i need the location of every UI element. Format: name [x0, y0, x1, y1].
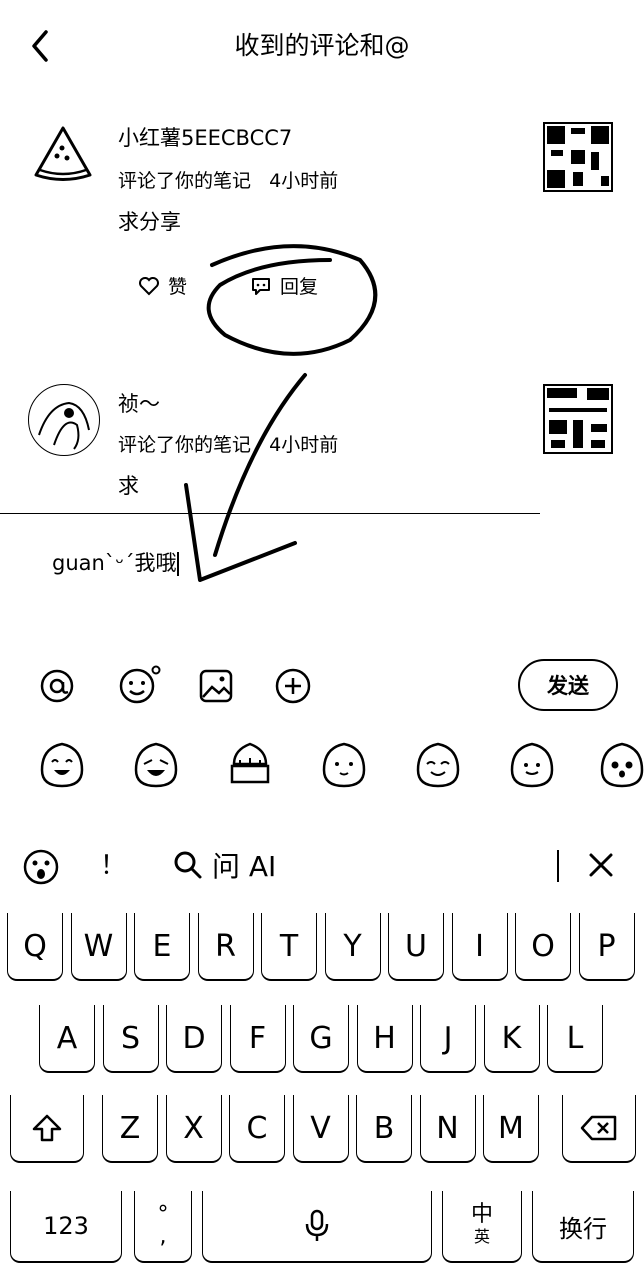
key-f[interactable]: F — [229, 1005, 286, 1073]
watermelon-icon — [34, 126, 92, 181]
commenter-name[interactable]: 小红薯5EECBCC7 — [118, 122, 292, 152]
sticker-row — [36, 740, 644, 790]
space-key[interactable] — [202, 1191, 432, 1263]
key-q[interactable]: Q — [7, 913, 63, 981]
key-m[interactable]: M — [483, 1095, 539, 1163]
reply-button[interactable]: 回复 — [250, 272, 318, 299]
avatar[interactable] — [28, 384, 100, 456]
comment-input-value: guanˋᵕˊ我哦 — [52, 551, 177, 575]
comment-input[interactable]: guanˋᵕˊ我哦 — [52, 547, 179, 577]
avatar-watermelon[interactable] — [30, 120, 96, 186]
comment-meta: 评论了你的笔记 4小时前 — [118, 166, 338, 193]
punctuation-key[interactable]: ° , — [134, 1191, 192, 1263]
key-b[interactable]: B — [356, 1095, 412, 1163]
note-thumbnail[interactable] — [543, 384, 613, 454]
reply-label: 回复 — [280, 276, 319, 298]
image-button[interactable] — [197, 667, 235, 705]
page-title: 收到的评论和@ — [234, 31, 410, 60]
commenter-name[interactable]: 祯～ — [118, 388, 160, 418]
key-w[interactable]: W — [70, 913, 127, 981]
like-button[interactable]: 赞 — [138, 272, 187, 299]
key-j[interactable]: J — [420, 1005, 476, 1073]
plus-circle-icon — [275, 668, 311, 704]
key-y[interactable]: Y — [324, 913, 381, 981]
key-r[interactable]: R — [197, 913, 254, 981]
search-icon — [174, 851, 202, 879]
key-n[interactable]: N — [419, 1095, 476, 1163]
backspace-key[interactable] — [562, 1095, 636, 1163]
key-g[interactable]: G — [293, 1005, 349, 1073]
surprised-face-icon — [23, 849, 59, 885]
reply-bubble-icon — [252, 277, 270, 295]
key-c[interactable]: C — [229, 1095, 285, 1163]
key-l[interactable]: L — [547, 1005, 603, 1073]
language-switch-key[interactable]: 中 英 — [442, 1191, 522, 1263]
key-s[interactable]: S — [102, 1005, 159, 1073]
key-z[interactable]: Z — [102, 1095, 158, 1163]
sticker-surprised-icon[interactable] — [598, 740, 644, 788]
comment-text: 求分享 — [118, 210, 181, 234]
close-suggestion-button[interactable] — [586, 850, 616, 880]
comment-action: 评论了你的笔记 — [118, 170, 252, 192]
emoji-button[interactable] — [118, 665, 162, 704]
key-i[interactable]: I — [451, 913, 508, 981]
punct-bottom: , — [159, 1224, 167, 1249]
text-cursor — [176, 552, 179, 576]
sticker-cry-laugh-icon[interactable] — [132, 740, 180, 788]
microphone-icon — [305, 1209, 329, 1241]
divider — [0, 513, 540, 514]
key-e[interactable]: E — [134, 913, 190, 981]
comment-meta: 评论了你的笔记 4小时前 — [118, 430, 338, 457]
comment-time: 4小时前 — [269, 170, 339, 192]
comment-action: 评论了你的笔记 — [118, 434, 252, 456]
sticker-laugh-icon[interactable] — [38, 740, 86, 788]
key-a[interactable]: A — [39, 1005, 95, 1073]
key-u[interactable]: U — [388, 913, 444, 981]
key-h[interactable]: H — [356, 1005, 413, 1073]
key-x[interactable]: X — [165, 1095, 222, 1163]
key-o[interactable]: O — [515, 913, 571, 981]
punct-top: ° — [157, 1202, 169, 1227]
numbers-key[interactable]: 123 — [10, 1191, 122, 1263]
at-icon — [40, 669, 74, 703]
enter-key[interactable]: 换行 — [532, 1191, 634, 1263]
backspace-icon — [580, 1115, 617, 1141]
lang-top: 中 — [470, 1202, 493, 1227]
keyboard: QWERTYUIOP ASDFGHJKL ZXCVBNM 123 ° , 中 英… — [0, 905, 644, 1280]
heart-icon — [139, 276, 159, 295]
avatar-image — [30, 386, 98, 454]
shift-key[interactable] — [10, 1095, 84, 1163]
more-button[interactable] — [274, 667, 312, 705]
shift-arrow-icon — [32, 1114, 62, 1142]
close-icon — [589, 853, 613, 877]
emoji-suggestion[interactable] — [22, 848, 60, 886]
like-label: 赞 — [168, 276, 188, 298]
smiley-icon — [119, 665, 161, 704]
sticker-shy-icon[interactable] — [320, 740, 368, 788]
note-thumbnail[interactable] — [543, 122, 613, 192]
sticker-smile-icon[interactable] — [508, 740, 556, 788]
exclaim-suggestion[interactable]: ！ — [100, 845, 126, 882]
send-button[interactable]: 发送 — [518, 659, 618, 711]
ask-ai-label: 问 AI — [212, 850, 277, 883]
lang-bottom: 英 — [473, 1227, 490, 1246]
suggestion-divider — [557, 850, 559, 882]
sticker-happy-icon[interactable] — [414, 740, 462, 788]
qr-thumbnail-image — [543, 122, 613, 192]
mention-button[interactable] — [38, 667, 76, 705]
qr-thumbnail-image — [543, 384, 613, 454]
key-t[interactable]: T — [261, 913, 317, 981]
comment-text: 求 — [118, 474, 139, 498]
key-v[interactable]: V — [292, 1095, 349, 1163]
key-d[interactable]: D — [166, 1005, 222, 1073]
comment-time: 4小时前 — [269, 434, 339, 456]
key-p[interactable]: P — [578, 913, 635, 981]
key-k[interactable]: K — [483, 1005, 540, 1073]
ask-ai-button[interactable]: 问 AI — [172, 845, 276, 885]
sticker-cake-icon[interactable] — [226, 740, 274, 788]
image-icon — [199, 669, 233, 703]
